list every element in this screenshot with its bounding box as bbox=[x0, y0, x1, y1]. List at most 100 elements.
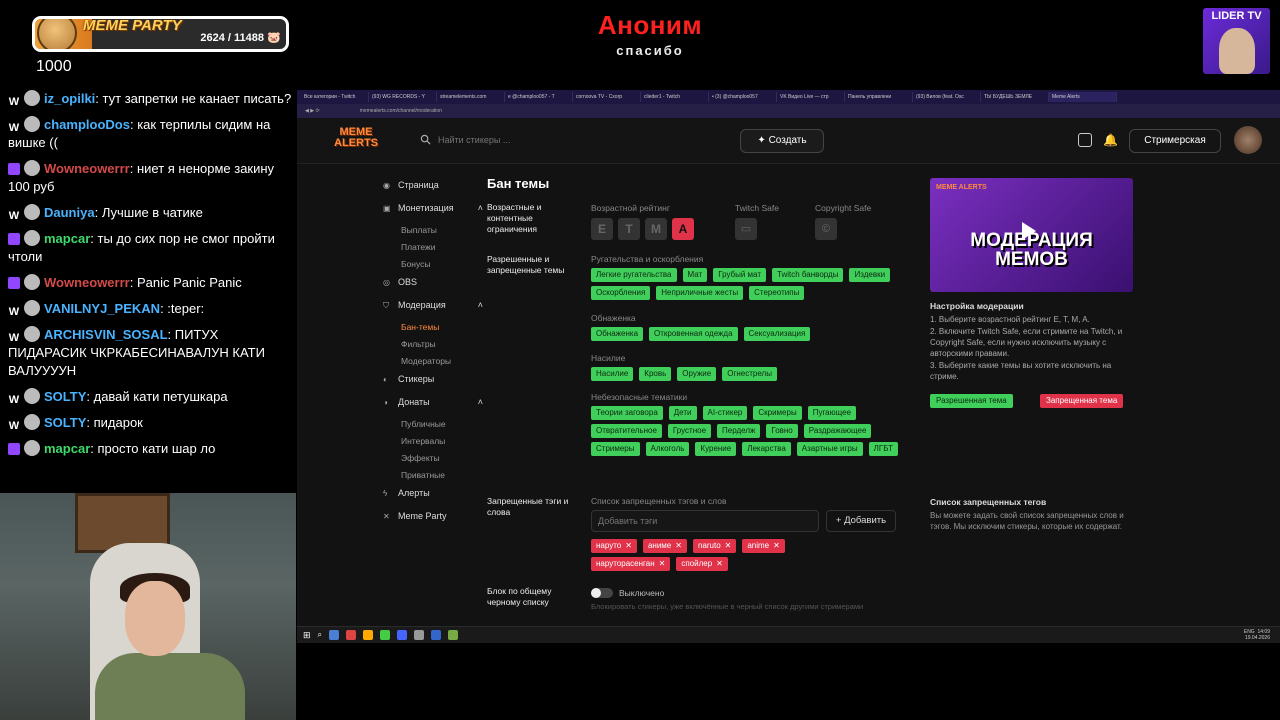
browser-tab[interactable]: streamelements.com bbox=[437, 92, 505, 102]
rating-button[interactable]: M bbox=[645, 218, 667, 240]
create-button[interactable]: ✦ Создать bbox=[740, 129, 824, 153]
rating-button[interactable]: T bbox=[618, 218, 640, 240]
browser-tab[interactable]: cornoova TV - Cxorp bbox=[573, 92, 641, 102]
app-icon[interactable] bbox=[363, 630, 374, 640]
chat-nick[interactable]: Wowneowerrr bbox=[44, 275, 130, 290]
play-icon[interactable] bbox=[1022, 222, 1036, 240]
windows-start-icon[interactable]: ⊞ bbox=[303, 630, 311, 641]
remove-tag-icon[interactable]: ✕ bbox=[659, 559, 666, 568]
topic-chip[interactable]: Огнестрелы bbox=[722, 367, 777, 381]
avatar[interactable] bbox=[1234, 126, 1262, 154]
chat-nick[interactable]: Wowneowerrr bbox=[44, 161, 130, 176]
copyright-safe-toggle[interactable]: © bbox=[815, 218, 837, 240]
remove-tag-icon[interactable]: ✕ bbox=[725, 541, 732, 550]
topic-chip[interactable]: Перделж bbox=[717, 424, 761, 438]
sidebar-item-private[interactable]: Приватные bbox=[383, 467, 483, 484]
topic-chip[interactable]: Раздражающее bbox=[803, 424, 872, 438]
topic-chip[interactable]: Алкоголь bbox=[645, 442, 690, 456]
topic-chip[interactable]: Оскорбления bbox=[591, 286, 651, 300]
nav-arrows-icon[interactable]: ◀ ▶ ⟳ bbox=[305, 108, 320, 114]
chat-nick[interactable]: SOLTY bbox=[44, 389, 86, 404]
topic-chip[interactable]: Скримеры bbox=[753, 406, 802, 420]
search-input[interactable] bbox=[438, 131, 718, 149]
app-icon[interactable] bbox=[414, 630, 425, 640]
chat-nick[interactable]: ARCHISVIN_SOSAL bbox=[44, 327, 168, 342]
sidebar-item-payments[interactable]: Платежи bbox=[383, 239, 483, 256]
topic-chip[interactable]: Стереотипы bbox=[749, 286, 805, 300]
topic-chip[interactable]: Кровь bbox=[639, 367, 672, 381]
remove-tag-icon[interactable]: ✕ bbox=[773, 541, 780, 550]
topic-chip[interactable]: Легкие ругательства bbox=[591, 268, 677, 282]
topic-chip[interactable]: Оружие bbox=[677, 367, 717, 381]
sidebar-item-meme-party[interactable]: ✕ Meme Party bbox=[383, 507, 483, 525]
app-icon[interactable] bbox=[397, 630, 408, 640]
bell-icon[interactable]: 🔔 bbox=[1103, 133, 1118, 147]
browser-tab[interactable]: (93) WG RECORDS - Y bbox=[369, 92, 437, 102]
browser-tab[interactable]: ТЫ БУДЕШЬ ЗЕМЛЕ bbox=[981, 92, 1049, 102]
banned-tag[interactable]: anime ✕ bbox=[742, 539, 785, 553]
topic-chip[interactable]: Теории заговора bbox=[591, 406, 663, 420]
rating-button[interactable]: E bbox=[591, 218, 613, 240]
sidebar-item-obs[interactable]: ◎ OBS bbox=[383, 273, 483, 291]
browser-tab[interactable]: Все категории - Twitch bbox=[301, 92, 369, 102]
remove-tag-icon[interactable]: ✕ bbox=[675, 541, 682, 550]
topic-chip[interactable]: Пугающее bbox=[807, 406, 857, 420]
topic-chip[interactable]: Стримеры bbox=[591, 442, 640, 456]
chat-nick[interactable]: VANILNYJ_PEKAN bbox=[44, 301, 160, 316]
banned-tag[interactable]: аниме ✕ bbox=[642, 539, 687, 553]
chat-nick[interactable]: Dauniya bbox=[44, 205, 95, 220]
app-icon[interactable] bbox=[346, 630, 357, 640]
browser-tab[interactable]: VK Видео Live — стр bbox=[777, 92, 845, 102]
rating-button[interactable]: A bbox=[672, 218, 694, 240]
topic-chip[interactable]: Дети bbox=[668, 406, 697, 420]
browser-tab[interactable]: clieder1 - Twitch bbox=[641, 92, 709, 102]
sidebar-item-alerts[interactable]: ϟ Алерты bbox=[383, 484, 483, 502]
browser-tab[interactable]: • (3) @champloo057 bbox=[709, 92, 777, 102]
chat-nick[interactable]: champlooDos bbox=[44, 117, 130, 132]
remove-tag-icon[interactable]: ✕ bbox=[716, 559, 723, 568]
topic-chip[interactable]: ЛГБТ bbox=[868, 442, 898, 456]
browser-tab[interactable]: (93) Вилов (feat. Osc bbox=[913, 92, 981, 102]
topic-chip[interactable]: Азартные игры bbox=[796, 442, 863, 456]
url-text[interactable]: memealerts.com/channel/moderation bbox=[360, 108, 442, 114]
sidebar-item-ban-topics[interactable]: Бан-темы bbox=[383, 319, 483, 336]
browser-tab[interactable]: e @champloo057 - T bbox=[505, 92, 573, 102]
topic-chip[interactable]: Лекарства bbox=[742, 442, 791, 456]
banned-tag[interactable]: спойлер ✕ bbox=[676, 557, 728, 571]
topic-chip[interactable]: Отвратительное bbox=[591, 424, 662, 438]
sidebar-item-bonuses[interactable]: Бонусы bbox=[383, 256, 483, 273]
topic-chip[interactable]: Twitch банворды bbox=[772, 268, 844, 282]
twitch-safe-toggle[interactable]: ▭ bbox=[735, 218, 757, 240]
chat-nick[interactable]: mapcar bbox=[44, 231, 90, 246]
browser-tab[interactable]: Meme Alerts bbox=[1049, 92, 1117, 102]
banned-tag[interactable]: наруто ✕ bbox=[591, 539, 637, 553]
topic-chip[interactable]: Обнаженка bbox=[591, 327, 644, 341]
sidebar-item-stickers[interactable]: ◐ Стикеры bbox=[383, 370, 483, 388]
topic-chip[interactable]: Грустное bbox=[667, 424, 712, 438]
topic-chip[interactable]: Издевки bbox=[849, 268, 891, 282]
sidebar-item-payouts[interactable]: Выплаты bbox=[383, 222, 483, 239]
chat-nick[interactable]: SOLTY bbox=[44, 415, 86, 430]
chat-nick[interactable]: mapcar bbox=[44, 441, 90, 456]
streamer-mode-button[interactable]: Стримерская bbox=[1129, 129, 1221, 153]
search-icon[interactable]: ⌕ bbox=[318, 630, 322, 640]
banned-tag[interactable]: naruto ✕ bbox=[692, 539, 737, 553]
add-tag-button[interactable]: + Добавить bbox=[826, 510, 896, 532]
sidebar-item-filters[interactable]: Фильтры bbox=[383, 336, 483, 353]
app-icon[interactable] bbox=[380, 630, 391, 640]
sidebar-item-moderation[interactable]: ⛉ Модерация ˄ bbox=[383, 296, 483, 314]
sidebar-item-effects[interactable]: Эффекты bbox=[383, 450, 483, 467]
topic-chip[interactable]: Сексуализация bbox=[743, 327, 811, 341]
banned-tag[interactable]: наруторасенган ✕ bbox=[591, 557, 671, 571]
sidebar-item-donations[interactable]: ◑ Донаты ˄ bbox=[383, 393, 483, 411]
meme-alerts-logo[interactable]: MEME ALERTS bbox=[331, 127, 381, 155]
topic-chip[interactable]: Грубый мат bbox=[713, 268, 766, 282]
topic-chip[interactable]: AI-стикер bbox=[702, 406, 748, 420]
clock-date[interactable]: 19.04.2026 bbox=[1245, 635, 1270, 641]
address-bar[interactable]: ◀ ▶ ⟳ memealerts.com/channel/moderation bbox=[297, 104, 1280, 118]
sidebar-item-page[interactable]: ◉ Страница bbox=[383, 176, 483, 194]
topic-chip[interactable]: Говно bbox=[766, 424, 798, 438]
topic-chip[interactable]: Мат bbox=[682, 268, 708, 282]
sidebar-item-monetization[interactable]: ▣ Монетизация ˄ bbox=[383, 199, 483, 217]
topic-chip[interactable]: Курение bbox=[695, 442, 737, 456]
